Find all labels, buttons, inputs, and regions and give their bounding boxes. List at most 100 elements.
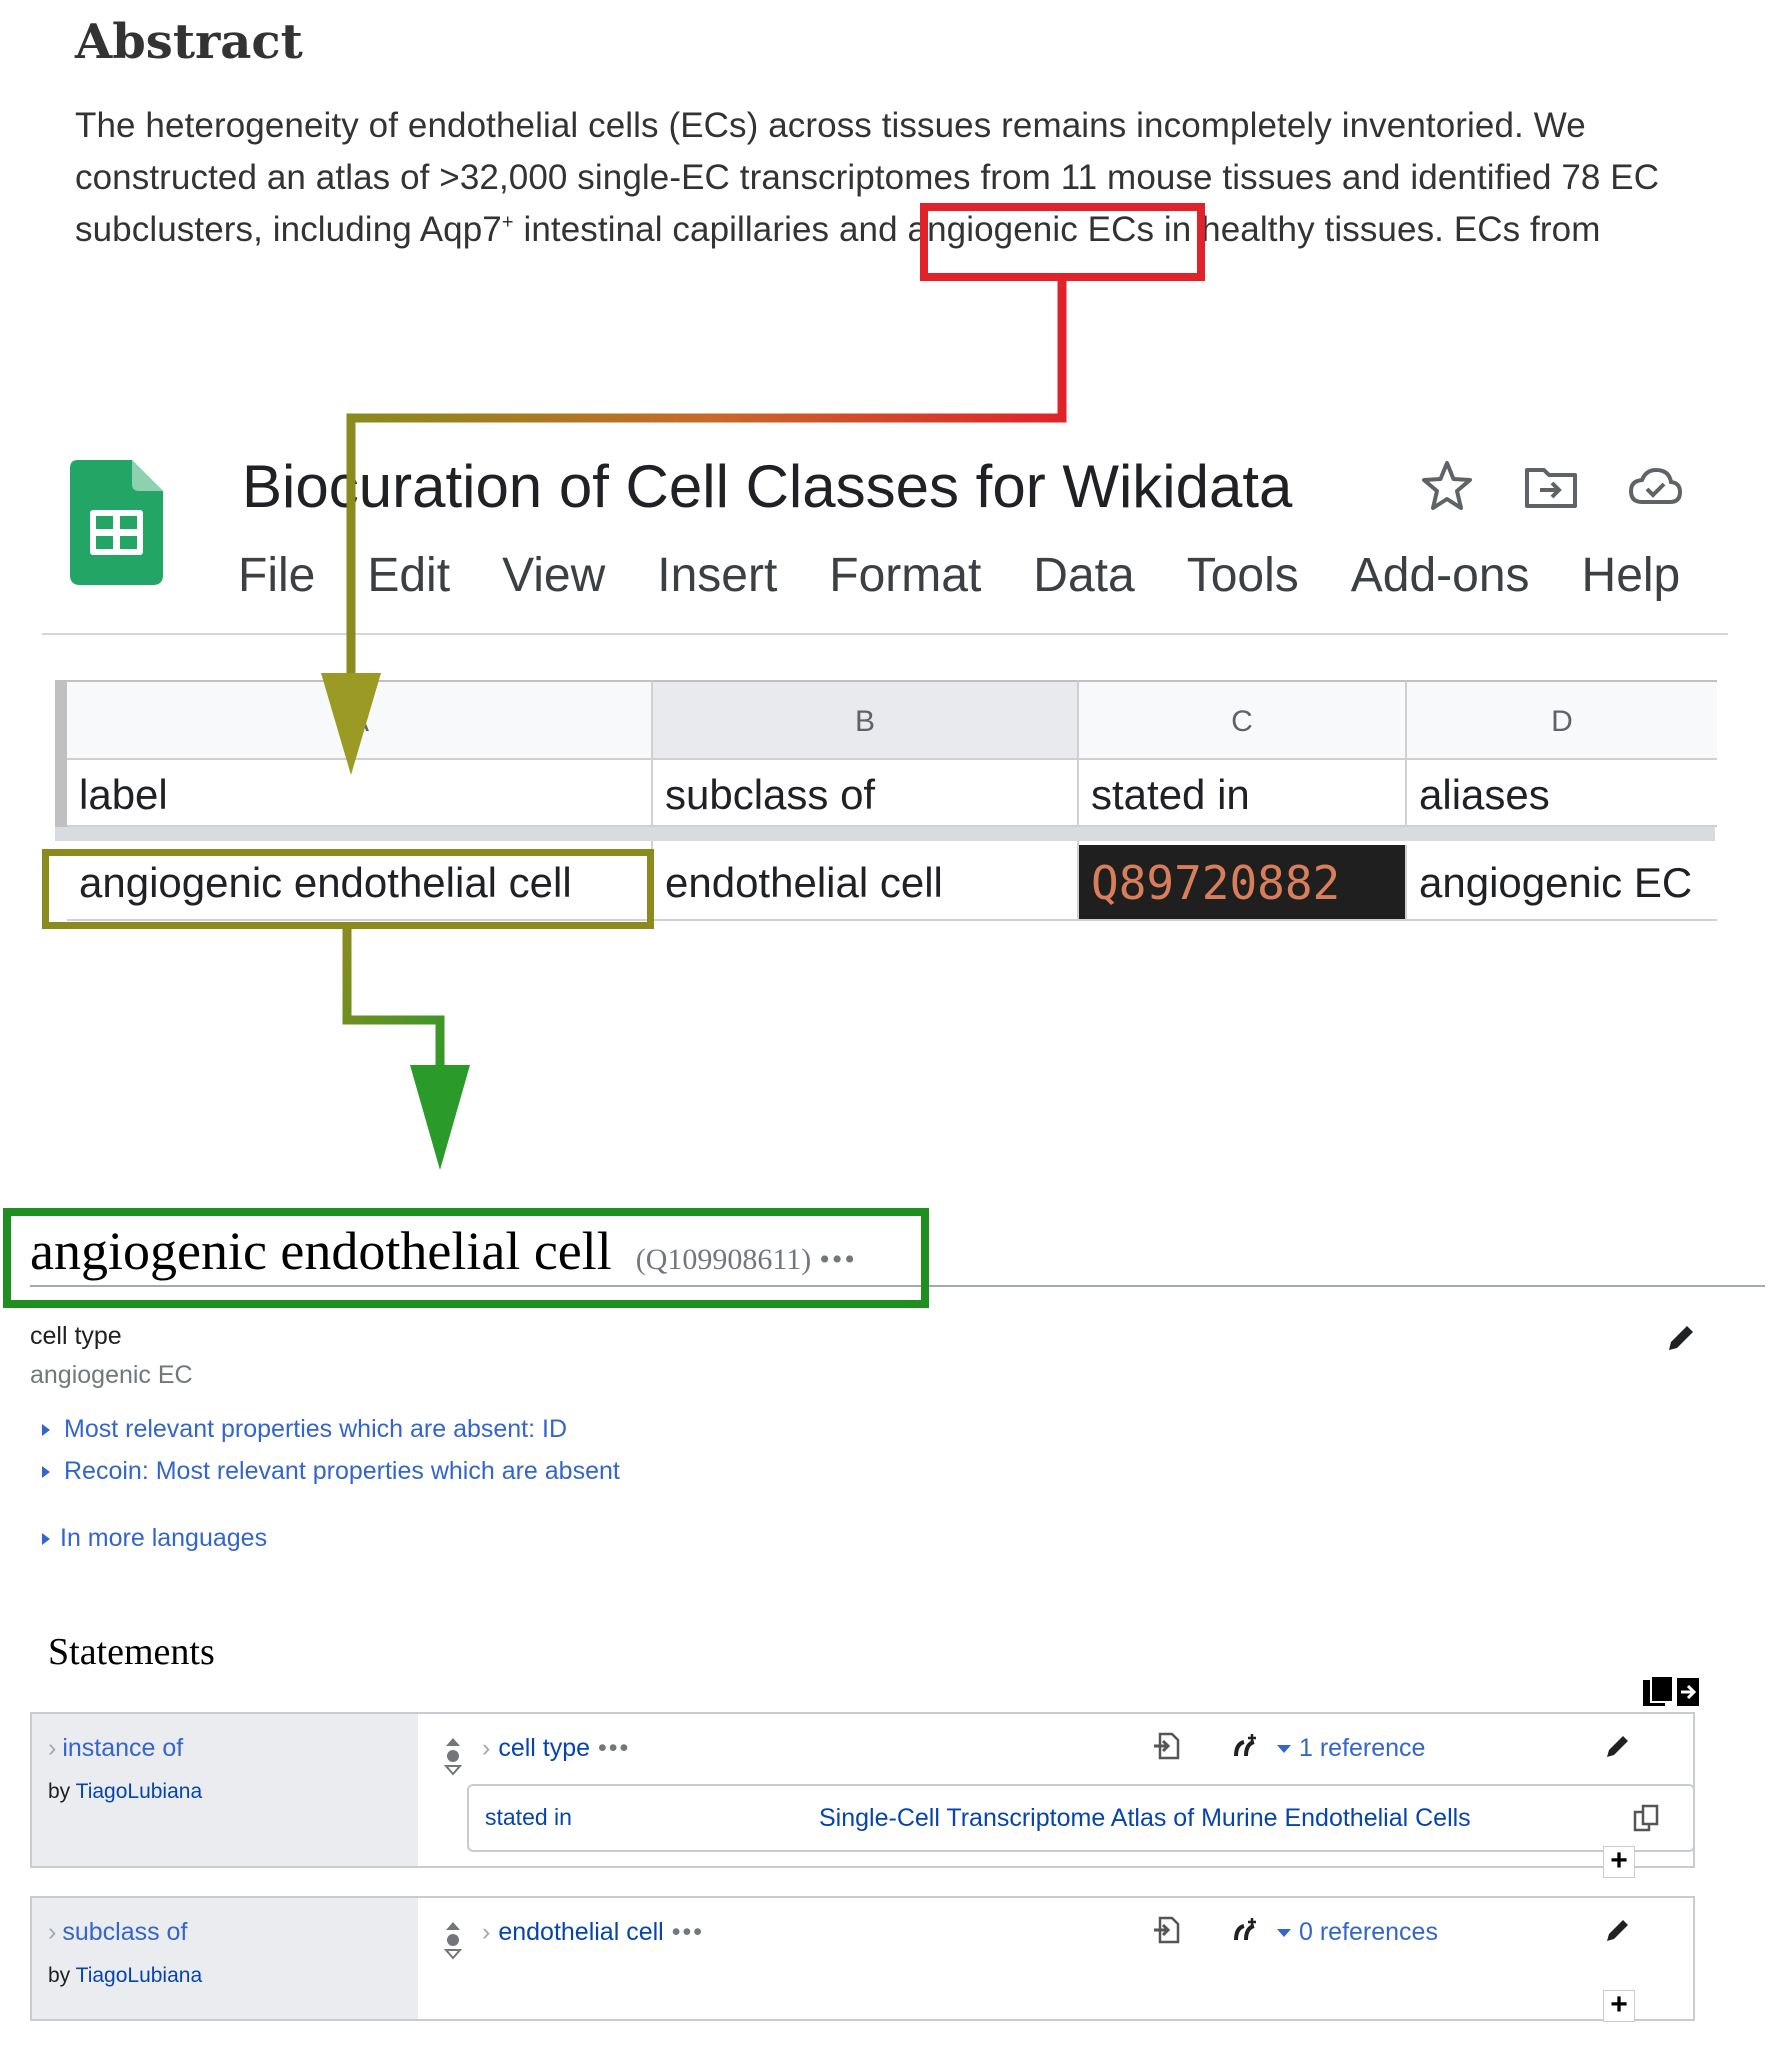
recoin-toggle[interactable]: Recoin: Most relevant properties which a… — [42, 1457, 620, 1486]
red-highlight-box — [920, 203, 1205, 281]
edit-pencil-icon[interactable] — [1665, 1322, 1697, 1354]
cell-subclass-header[interactable]: subclass of — [653, 760, 1079, 827]
statement-value[interactable]: › cell type ••• — [482, 1734, 630, 1763]
star-icon[interactable] — [1418, 458, 1476, 516]
olive-highlight-box — [42, 849, 654, 929]
creator-user[interactable]: TiagoLubiana — [76, 1964, 203, 1987]
abstract-text: subclusters, including Aqp7 — [75, 210, 502, 249]
select-all-corner[interactable] — [55, 680, 67, 760]
menu-bar: File Edit View Insert Format Data Tools … — [238, 548, 1732, 608]
copy-reference-icon[interactable] — [1633, 1804, 1661, 1832]
cell-stated-in-value[interactable]: Q89720882 — [1079, 845, 1407, 921]
statement-value[interactable]: › endothelial cell ••• — [482, 1918, 704, 1947]
menu-edit[interactable]: Edit — [367, 548, 450, 608]
cell-label-header[interactable]: label — [67, 760, 653, 827]
expand-triangle-icon — [42, 1533, 50, 1546]
menu-format[interactable]: Format — [829, 548, 981, 608]
item-alias: angiogenic EC — [30, 1361, 193, 1389]
paste-statement-icon[interactable] — [1152, 1732, 1180, 1760]
header-divider — [42, 633, 1728, 635]
cell-stated-in-header[interactable]: stated in — [1079, 760, 1407, 827]
google-sheets-logo[interactable] — [70, 460, 163, 585]
absent-properties-link[interactable]: Most relevant properties which are absen… — [64, 1415, 567, 1443]
dropdown-triangle-icon — [1277, 1929, 1291, 1938]
by-prefix: by — [48, 1780, 76, 1803]
statement-subclass-of: › subclass of by TiagoLubiana › endothelia… — [30, 1896, 1695, 2021]
abstract-text: in healthy tissues. ECs from — [1154, 210, 1601, 249]
move-to-folder-icon[interactable] — [1522, 458, 1580, 516]
creator-user[interactable]: TiagoLubiana — [76, 1780, 203, 1803]
column-header-b[interactable]: B — [653, 680, 1079, 760]
edit-pencil-icon[interactable] — [1604, 1916, 1632, 1944]
value-label[interactable]: cell type — [498, 1734, 590, 1762]
abstract-line-2: constructed an atlas of >32,000 single-E… — [75, 158, 1660, 197]
dropdown-triangle-icon — [1277, 1745, 1291, 1754]
reference-box: stated in Single-Cell Transcriptome Atla… — [467, 1784, 1695, 1852]
more-dots-icon[interactable]: ••• — [598, 1734, 630, 1762]
arrow-head-green — [410, 1065, 470, 1170]
abstract-line-3: subclusters, including Aqp7+ intestinal … — [75, 210, 1600, 250]
abstract-text: intestinal capillaries and — [513, 210, 908, 249]
absent-properties-toggle[interactable]: Most relevant properties which are absen… — [42, 1415, 567, 1444]
references-toggle[interactable]: 0 references — [1277, 1918, 1438, 1947]
add-plus-icon[interactable]: + — [1603, 1990, 1635, 2022]
statement-instance-of: › instance of by TiagoLubiana › cell type •… — [30, 1712, 1695, 1868]
abstract-line-1: The heterogeneity of endothelial cells (… — [75, 106, 1586, 145]
abstract-heading: Abstract — [75, 14, 303, 70]
menu-tools[interactable]: Tools — [1187, 548, 1299, 608]
add-plus-icon[interactable]: + — [1603, 1846, 1635, 1878]
sheet-title[interactable]: Biocuration of Cell Classes for Wikidata — [242, 452, 1292, 521]
property-link[interactable]: › subclass of — [48, 1918, 187, 1947]
expand-triangle-icon — [42, 1424, 50, 1437]
add-reference-icon[interactable] — [1232, 1732, 1260, 1760]
column-header-c[interactable]: C — [1079, 680, 1407, 760]
references-count[interactable]: 0 references — [1299, 1918, 1438, 1946]
chevron-right-icon: › — [482, 1734, 491, 1762]
expand-triangle-icon — [42, 1466, 50, 1479]
cell-subclass-value[interactable]: endothelial cell — [653, 841, 1079, 921]
row-header[interactable] — [55, 760, 67, 827]
menu-view[interactable]: View — [502, 548, 605, 608]
rank-selector-icon[interactable] — [444, 1736, 462, 1776]
references-count[interactable]: 1 reference — [1299, 1734, 1425, 1762]
reference-property[interactable]: stated in — [485, 1804, 572, 1831]
cell-aliases-value[interactable]: angiogenic EC — [1407, 841, 1717, 921]
column-header-d[interactable]: D — [1407, 680, 1717, 760]
rank-selector-icon[interactable] — [444, 1920, 462, 1960]
cloud-saved-icon[interactable] — [1626, 458, 1684, 516]
edit-pencil-icon[interactable] — [1604, 1732, 1632, 1760]
add-reference-icon[interactable] — [1232, 1916, 1260, 1944]
cell-aliases-header[interactable]: aliases — [1407, 760, 1717, 827]
chevron-right-icon: › — [482, 1918, 491, 1946]
property-link[interactable]: › instance of — [48, 1734, 183, 1763]
by-prefix: by — [48, 1964, 76, 1987]
chevron-right-icon: › — [48, 1918, 57, 1946]
paste-statement-icon[interactable] — [1152, 1916, 1180, 1944]
menu-file[interactable]: File — [238, 548, 315, 608]
recoin-link[interactable]: Recoin: Most relevant properties which a… — [64, 1457, 620, 1485]
more-dots-icon[interactable]: ••• — [672, 1918, 704, 1946]
property-label[interactable]: instance of — [62, 1734, 183, 1762]
references-toggle[interactable]: 1 reference — [1277, 1734, 1425, 1763]
superscript-plus: + — [501, 211, 514, 234]
arrow-sheet-to-wikidata — [342, 929, 445, 1100]
statements-heading: Statements — [48, 1631, 215, 1673]
copy-statements-icon[interactable] — [1641, 1674, 1701, 1708]
reference-value[interactable]: Single-Cell Transcriptome Atlas of Murin… — [819, 1804, 1471, 1833]
menu-help[interactable]: Help — [1582, 548, 1681, 608]
column-header-a[interactable]: A — [67, 680, 653, 760]
item-description: cell type — [30, 1322, 122, 1350]
menu-data[interactable]: Data — [1033, 548, 1134, 608]
frozen-row-divider — [55, 827, 1715, 841]
property-label[interactable]: subclass of — [62, 1918, 187, 1946]
chevron-right-icon: › — [48, 1734, 57, 1762]
menu-insert[interactable]: Insert — [657, 548, 777, 608]
creator-line: by TiagoLubiana — [48, 1964, 202, 1988]
value-label[interactable]: endothelial cell — [498, 1918, 663, 1946]
green-highlight-box — [3, 1208, 929, 1308]
more-languages-link[interactable]: In more languages — [60, 1524, 267, 1552]
creator-line: by TiagoLubiana — [48, 1780, 202, 1804]
menu-add-ons[interactable]: Add-ons — [1351, 548, 1530, 608]
more-languages-toggle[interactable]: In more languages — [42, 1524, 267, 1553]
statement-property-cell: › subclass of by TiagoLubiana — [32, 1898, 418, 2019]
